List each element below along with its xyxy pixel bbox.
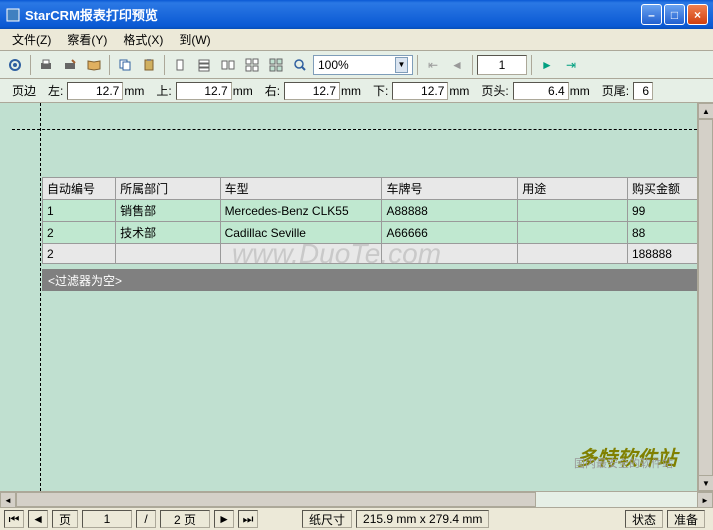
margin-bottom-unit: mm [449,84,473,98]
vertical-scrollbar[interactable]: ▲ ▼ [697,103,713,491]
first-button[interactable]: ⏮ [4,510,24,528]
brand-subtitle: 国内最安全的软件站 [574,455,673,471]
margin-guide-left [40,103,41,491]
chevron-down-icon[interactable]: ▼ [395,57,408,73]
last-button[interactable]: ⏭ [238,510,258,528]
col-model: 车型 [220,178,382,200]
page-list-icon [196,57,212,73]
minimize-button[interactable]: – [641,4,662,25]
margin-label: 页边 [4,82,40,99]
app-icon [5,7,21,23]
margin-top-input[interactable]: 12.7 [176,82,232,100]
margin-left-unit: mm [124,84,148,98]
menu-view[interactable]: 察看(Y) [59,29,115,50]
margin-header-unit: mm [570,84,594,98]
margin-bottom-input[interactable]: 12.7 [392,82,448,100]
margin-right-label: 右: [257,82,284,99]
margin-right-input[interactable]: 12.7 [284,82,340,100]
margin-left-label: 左: [40,82,67,99]
view-grid2-button[interactable] [265,54,287,76]
first-page-button[interactable]: ⇤ [422,54,444,76]
status-page-current[interactable]: 1 [82,510,132,528]
margin-right-unit: mm [341,84,365,98]
margin-bar: 页边 左: 12.7 mm 上: 12.7 mm 右: 12.7 mm 下: 1… [0,79,713,103]
margin-guide-top [12,129,697,130]
zoom-value: 100% [318,58,349,72]
print-button[interactable] [35,54,57,76]
scroll-left-icon[interactable]: ◄ [0,492,16,507]
margin-top-unit: mm [233,84,257,98]
table-row: 2 技术部 Cadillac Seville A66666 88 [43,222,713,244]
page-single-icon [172,57,188,73]
view-facing-button[interactable] [217,54,239,76]
copy-button[interactable] [114,54,136,76]
preview-area: 自动编号 所属部门 车型 车牌号 用途 购买金额 1 销售部 Mercedes-… [0,103,713,507]
printer-icon [38,57,54,73]
next-page-button[interactable]: ► [536,54,558,76]
magnifier-icon [292,57,308,73]
status-size-label: 纸尺寸 [302,510,352,528]
status-state-label: 状态 [625,510,663,528]
scroll-thumb[interactable] [16,492,536,507]
margin-bottom-label: 下: [365,82,392,99]
table-total-row: 2 188888 [43,244,713,264]
page-grid2-icon [268,57,284,73]
col-use: 用途 [518,178,628,200]
zoom-combo[interactable]: 100% ▼ [313,55,413,75]
report-table: 自动编号 所属部门 车型 车牌号 用途 购买金额 1 销售部 Mercedes-… [42,177,713,264]
view-single-button[interactable] [169,54,191,76]
close-button[interactable]: × [687,4,708,25]
title-bar: StarCRM报表打印预览 – □ × [0,0,713,29]
horizontal-scrollbar[interactable]: ◄ ► [0,491,713,507]
toolbar: 100% ▼ ⇤ ◄ 1 ► ⇥ [0,51,713,79]
page-facing-icon [220,57,236,73]
page-grid-icon [244,57,260,73]
col-id: 自动编号 [43,178,116,200]
zoom-tool-button[interactable] [289,54,311,76]
status-state-value: 准备 [667,510,705,528]
scroll-thumb[interactable] [698,119,713,499]
margin-footer-label: 页尾: [594,82,633,99]
scroll-up-icon[interactable]: ▲ [698,103,713,119]
gear-icon [7,57,23,73]
status-size-value: 215.9 mm x 279.4 mm [356,510,489,528]
margin-header-label: 页头: [473,82,512,99]
scroll-right-icon[interactable]: ► [697,492,713,507]
table-header-row: 自动编号 所属部门 车型 车牌号 用途 购买金额 [43,178,713,200]
margin-footer-input[interactable]: 6 [633,82,653,100]
copy-icon [117,57,133,73]
col-dept: 所属部门 [116,178,220,200]
maximize-button[interactable]: □ [664,4,685,25]
status-page-sep: / [136,510,156,528]
status-page-total: 2 页 [160,510,210,528]
view-grid-button[interactable] [241,54,263,76]
page-number-input[interactable]: 1 [477,55,527,75]
menu-file[interactable]: 文件(Z) [4,29,59,50]
menu-format[interactable]: 格式(X) [115,29,171,50]
status-page-label: 页 [52,510,78,528]
prev-button[interactable]: ◄ [28,510,48,528]
margin-top-label: 上: [148,82,175,99]
table-row: 1 销售部 Mercedes-Benz CLK55 A88888 99 [43,200,713,222]
book-icon [86,57,102,73]
status-bar: ⏮ ◄ 页 1 / 2 页 ► ⏭ 纸尺寸 215.9 mm x 279.4 m… [0,507,713,530]
next-button[interactable]: ► [214,510,234,528]
last-page-button[interactable]: ⇥ [560,54,582,76]
scroll-down-icon[interactable]: ▼ [698,475,713,491]
print-setup-button[interactable] [59,54,81,76]
settings-button[interactable] [4,54,26,76]
filter-status: <过滤器为空> [42,269,713,291]
view-list-button[interactable] [193,54,215,76]
printer-wrench-icon [62,57,78,73]
menu-goto[interactable]: 到(W) [171,29,218,50]
window-title: StarCRM报表打印预览 [25,5,641,24]
margin-left-input[interactable]: 12.7 [67,82,123,100]
paste-icon [141,57,157,73]
paste-button[interactable] [138,54,160,76]
prev-page-button[interactable]: ◄ [446,54,468,76]
margin-header-input[interactable]: 6.4 [513,82,569,100]
open-button[interactable] [83,54,105,76]
col-plate: 车牌号 [382,178,518,200]
menu-bar: 文件(Z) 察看(Y) 格式(X) 到(W) [0,29,713,51]
